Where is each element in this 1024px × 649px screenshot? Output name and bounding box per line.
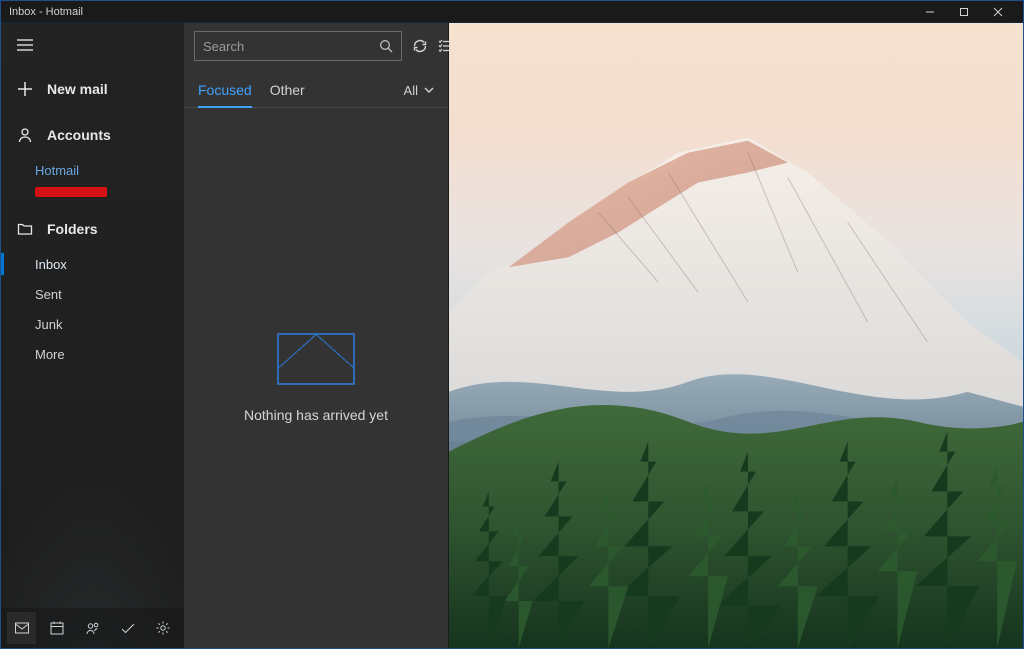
accounts-label: Accounts: [47, 127, 111, 143]
folders-header[interactable]: Folders: [1, 209, 184, 249]
folders-label: Folders: [47, 221, 98, 237]
person-icon: [17, 127, 33, 143]
folder-junk[interactable]: Junk: [1, 309, 184, 339]
sidebar: New mail Accounts Hotmail: [1, 23, 184, 648]
people-app-button[interactable]: [78, 612, 107, 644]
calendar-app-button[interactable]: [42, 612, 71, 644]
folder-more[interactable]: More: [1, 339, 184, 369]
search-input[interactable]: [203, 39, 379, 54]
tab-focused-label: Focused: [198, 82, 252, 98]
folder-inbox-label: Inbox: [35, 257, 67, 272]
minimize-button[interactable]: [913, 1, 947, 23]
envelope-icon: [277, 333, 355, 385]
new-mail-button[interactable]: New mail: [1, 69, 184, 109]
window-title: Inbox - Hotmail: [9, 6, 83, 18]
new-mail-label: New mail: [47, 81, 108, 97]
search-icon: [379, 39, 393, 53]
folder-sent-label: Sent: [35, 287, 62, 302]
titlebar: Inbox - Hotmail: [1, 1, 1023, 23]
app-window: Inbox - Hotmail: [0, 0, 1024, 649]
folder-inbox[interactable]: Inbox: [1, 249, 184, 279]
empty-state: Nothing has arrived yet: [184, 108, 448, 648]
sidebar-footer: [1, 608, 184, 648]
message-list-pane: Focused Other All Nothing has arrived ye…: [184, 23, 449, 648]
account-hotmail[interactable]: Hotmail: [1, 155, 184, 185]
todo-app-button[interactable]: [113, 612, 142, 644]
filter-label: All: [404, 83, 418, 98]
empty-message: Nothing has arrived yet: [244, 407, 388, 423]
app-body: New mail Accounts Hotmail: [1, 23, 1023, 648]
window-controls: [913, 1, 1015, 23]
list-toolbar: [184, 23, 448, 69]
maximize-button[interactable]: [947, 1, 981, 23]
folder-sent[interactable]: Sent: [1, 279, 184, 309]
mail-app-button[interactable]: [7, 612, 36, 644]
account-name: Hotmail: [35, 163, 79, 178]
account-email-redacted: [35, 187, 107, 197]
close-button[interactable]: [981, 1, 1015, 23]
tab-focused[interactable]: Focused: [198, 73, 252, 107]
reading-pane: [449, 23, 1023, 648]
search-box[interactable]: [194, 31, 402, 61]
tab-other[interactable]: Other: [270, 73, 305, 107]
filter-dropdown[interactable]: All: [404, 83, 434, 98]
settings-button[interactable]: [149, 612, 178, 644]
chevron-down-icon: [424, 83, 434, 98]
sync-button[interactable]: [412, 35, 428, 57]
folder-more-label: More: [35, 347, 65, 362]
tab-other-label: Other: [270, 82, 305, 98]
plus-icon: [17, 81, 33, 97]
folder-icon: [17, 221, 33, 237]
hamburger-button[interactable]: [5, 27, 45, 63]
background-image: [449, 23, 1023, 648]
accounts-header[interactable]: Accounts: [1, 115, 184, 155]
inbox-tabs: Focused Other All: [184, 69, 448, 108]
folder-junk-label: Junk: [35, 317, 62, 332]
